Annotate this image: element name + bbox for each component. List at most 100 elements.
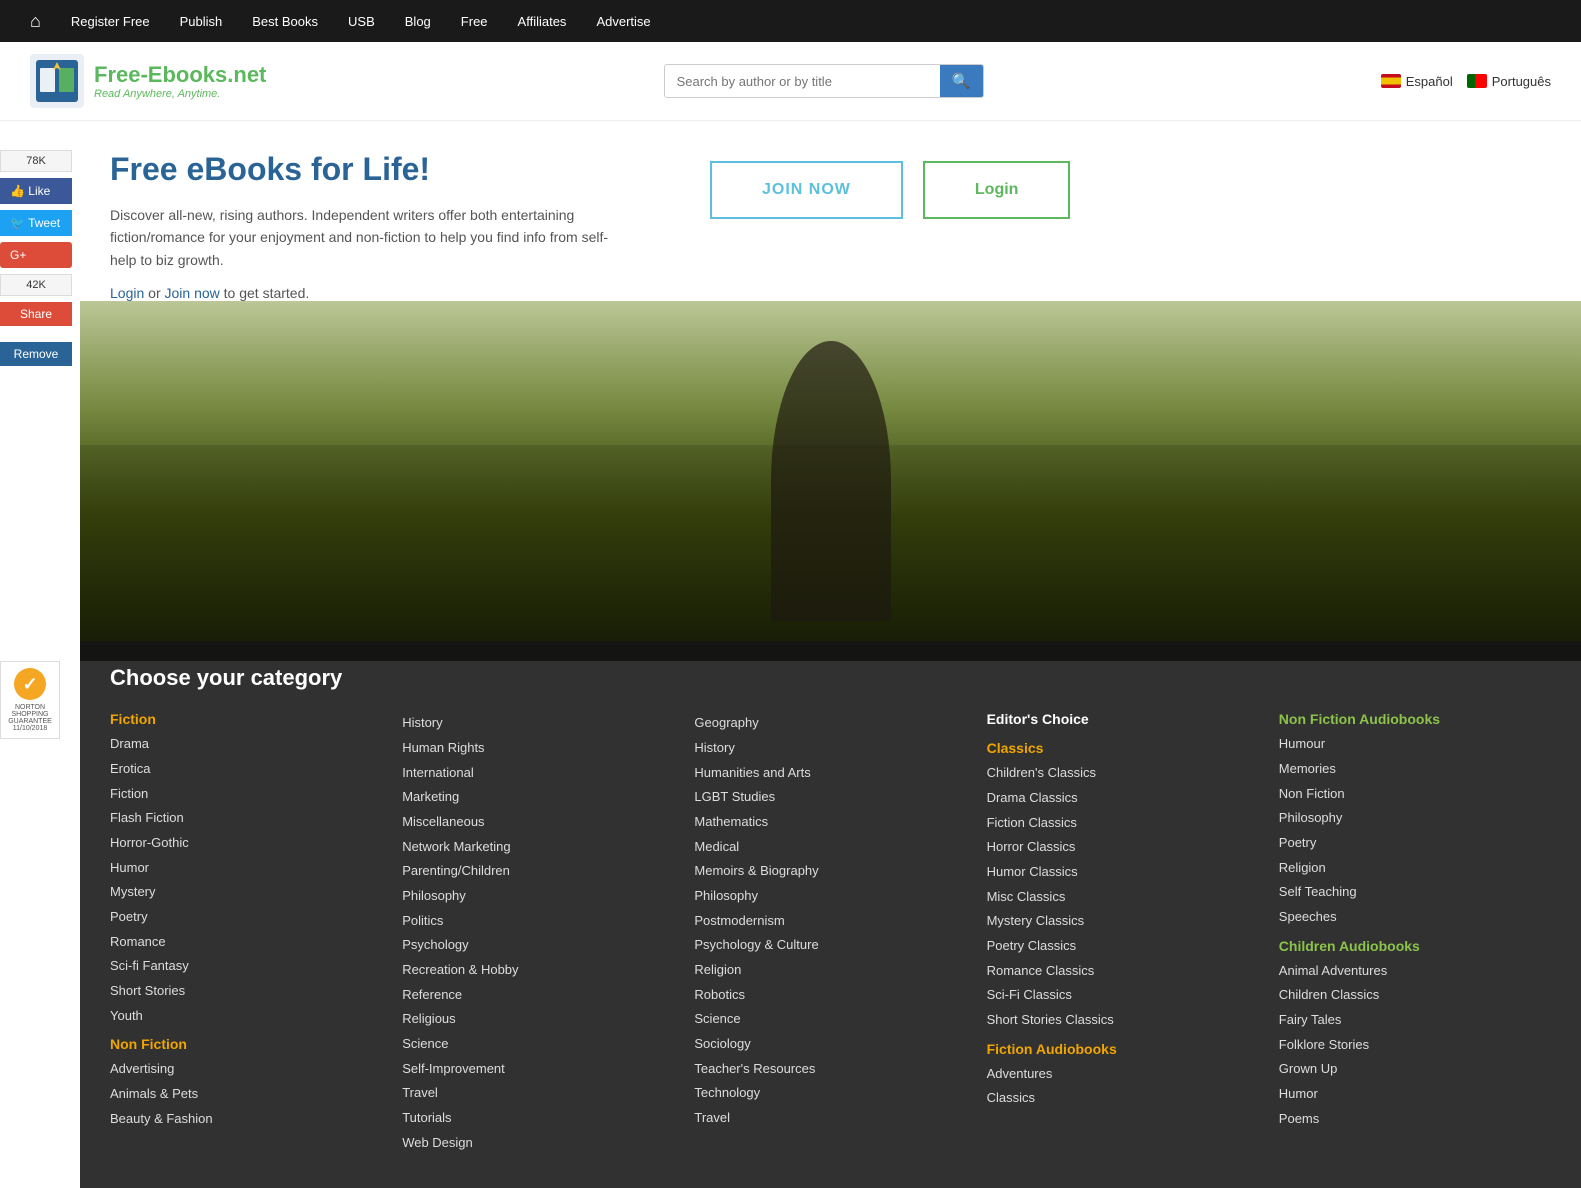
- nav-usb[interactable]: USB: [348, 14, 375, 29]
- category-item[interactable]: Romance: [110, 930, 382, 955]
- category-item[interactable]: Drama: [110, 732, 382, 757]
- lang-espanol[interactable]: Español: [1381, 74, 1453, 89]
- category-item[interactable]: Humanities and Arts: [694, 761, 966, 786]
- nav-free[interactable]: Free: [461, 14, 488, 29]
- category-item[interactable]: Flash Fiction: [110, 806, 382, 831]
- category-item[interactable]: Network Marketing: [402, 835, 674, 860]
- category-item[interactable]: Fiction Classics: [987, 811, 1259, 836]
- category-item[interactable]: Fiction: [110, 782, 382, 807]
- nav-blog[interactable]: Blog: [405, 14, 431, 29]
- category-item[interactable]: Non Fiction: [1279, 782, 1551, 807]
- category-item[interactable]: Philosophy: [694, 884, 966, 909]
- category-item[interactable]: Drama Classics: [987, 786, 1259, 811]
- category-item[interactable]: History: [694, 736, 966, 761]
- category-item[interactable]: Science: [402, 1032, 674, 1057]
- category-item[interactable]: LGBT Studies: [694, 785, 966, 810]
- nav-publish[interactable]: Publish: [180, 14, 223, 29]
- category-item[interactable]: History: [402, 711, 674, 736]
- category-item[interactable]: Humor Classics: [987, 860, 1259, 885]
- category-item[interactable]: Humor: [1279, 1082, 1551, 1107]
- category-item[interactable]: Recreation & Hobby: [402, 958, 674, 983]
- category-item[interactable]: Misc Classics: [987, 885, 1259, 910]
- gplus-button[interactable]: G+: [0, 242, 72, 268]
- category-item[interactable]: Fairy Tales: [1279, 1008, 1551, 1033]
- category-item[interactable]: Web Design: [402, 1131, 674, 1156]
- category-item[interactable]: Religious: [402, 1007, 674, 1032]
- category-item[interactable]: International: [402, 761, 674, 786]
- search-input[interactable]: [665, 65, 940, 97]
- category-item[interactable]: Mystery: [110, 880, 382, 905]
- category-item[interactable]: Mathematics: [694, 810, 966, 835]
- category-item[interactable]: Self-Improvement: [402, 1057, 674, 1082]
- category-item[interactable]: Science: [694, 1007, 966, 1032]
- category-item[interactable]: Erotica: [110, 757, 382, 782]
- remove-button[interactable]: Remove: [0, 342, 72, 366]
- category-item[interactable]: Marketing: [402, 785, 674, 810]
- hero-join-link[interactable]: Join now: [165, 285, 220, 301]
- category-item[interactable]: Robotics: [694, 983, 966, 1008]
- category-item[interactable]: Short Stories Classics: [987, 1008, 1259, 1033]
- category-item[interactable]: Classics: [987, 1086, 1259, 1111]
- category-item[interactable]: Tutorials: [402, 1106, 674, 1131]
- nav-affiliates[interactable]: Affiliates: [518, 14, 567, 29]
- category-item[interactable]: Sociology: [694, 1032, 966, 1057]
- category-item[interactable]: Horror Classics: [987, 835, 1259, 860]
- category-item[interactable]: Folklore Stories: [1279, 1033, 1551, 1058]
- category-item[interactable]: Technology: [694, 1081, 966, 1106]
- category-item[interactable]: Reference: [402, 983, 674, 1008]
- like-button[interactable]: 👍 Like: [0, 178, 72, 204]
- category-item[interactable]: Memories: [1279, 757, 1551, 782]
- category-item[interactable]: Romance Classics: [987, 959, 1259, 984]
- category-item[interactable]: Grown Up: [1279, 1057, 1551, 1082]
- category-item[interactable]: Parenting/Children: [402, 859, 674, 884]
- category-item[interactable]: Children's Classics: [987, 761, 1259, 786]
- category-item[interactable]: Philosophy: [402, 884, 674, 909]
- category-item[interactable]: Horror-Gothic: [110, 831, 382, 856]
- category-item[interactable]: Memoirs & Biography: [694, 859, 966, 884]
- category-item[interactable]: Speeches: [1279, 905, 1551, 930]
- tweet-button[interactable]: 🐦 Tweet: [0, 210, 72, 236]
- category-item[interactable]: Sci-Fi Classics: [987, 983, 1259, 1008]
- category-item[interactable]: Psychology & Culture: [694, 933, 966, 958]
- category-item[interactable]: Animal Adventures: [1279, 959, 1551, 984]
- category-item[interactable]: Humor: [110, 856, 382, 881]
- category-item[interactable]: Humour: [1279, 732, 1551, 757]
- category-item[interactable]: Philosophy: [1279, 806, 1551, 831]
- category-item[interactable]: Miscellaneous: [402, 810, 674, 835]
- category-item[interactable]: Beauty & Fashion: [110, 1107, 382, 1132]
- category-item[interactable]: Self Teaching: [1279, 880, 1551, 905]
- category-item[interactable]: Sci-fi Fantasy: [110, 954, 382, 979]
- category-item[interactable]: Adventures: [987, 1062, 1259, 1087]
- category-item[interactable]: Politics: [402, 909, 674, 934]
- category-item[interactable]: Children Classics: [1279, 983, 1551, 1008]
- search-button[interactable]: 🔍: [940, 65, 983, 97]
- nav-register-free[interactable]: Register Free: [71, 14, 150, 29]
- lang-portugues[interactable]: Português: [1467, 74, 1551, 89]
- category-item[interactable]: Advertising: [110, 1057, 382, 1082]
- hero-login-link[interactable]: Login: [110, 285, 144, 301]
- join-now-button[interactable]: JOIN NOW: [710, 161, 903, 219]
- category-item[interactable]: Human Rights: [402, 736, 674, 761]
- category-item[interactable]: Religion: [1279, 856, 1551, 881]
- category-item[interactable]: Travel: [694, 1106, 966, 1131]
- home-icon[interactable]: ⌂: [30, 11, 41, 32]
- category-item[interactable]: Youth: [110, 1004, 382, 1029]
- category-item[interactable]: Poetry: [110, 905, 382, 930]
- category-item[interactable]: Medical: [694, 835, 966, 860]
- share-button[interactable]: Share: [0, 302, 72, 326]
- category-item[interactable]: Teacher's Resources: [694, 1057, 966, 1082]
- category-item[interactable]: Poems: [1279, 1107, 1551, 1132]
- category-item[interactable]: Poetry Classics: [987, 934, 1259, 959]
- category-item[interactable]: Religion: [694, 958, 966, 983]
- category-item[interactable]: Geography: [694, 711, 966, 736]
- login-button[interactable]: Login: [923, 161, 1071, 219]
- category-item[interactable]: Poetry: [1279, 831, 1551, 856]
- category-item[interactable]: Short Stories: [110, 979, 382, 1004]
- category-item[interactable]: Psychology: [402, 933, 674, 958]
- nav-advertise[interactable]: Advertise: [596, 14, 650, 29]
- category-item[interactable]: Postmodernism: [694, 909, 966, 934]
- category-item[interactable]: Animals & Pets: [110, 1082, 382, 1107]
- category-item[interactable]: Mystery Classics: [987, 909, 1259, 934]
- category-item[interactable]: Travel: [402, 1081, 674, 1106]
- nav-best-books[interactable]: Best Books: [252, 14, 318, 29]
